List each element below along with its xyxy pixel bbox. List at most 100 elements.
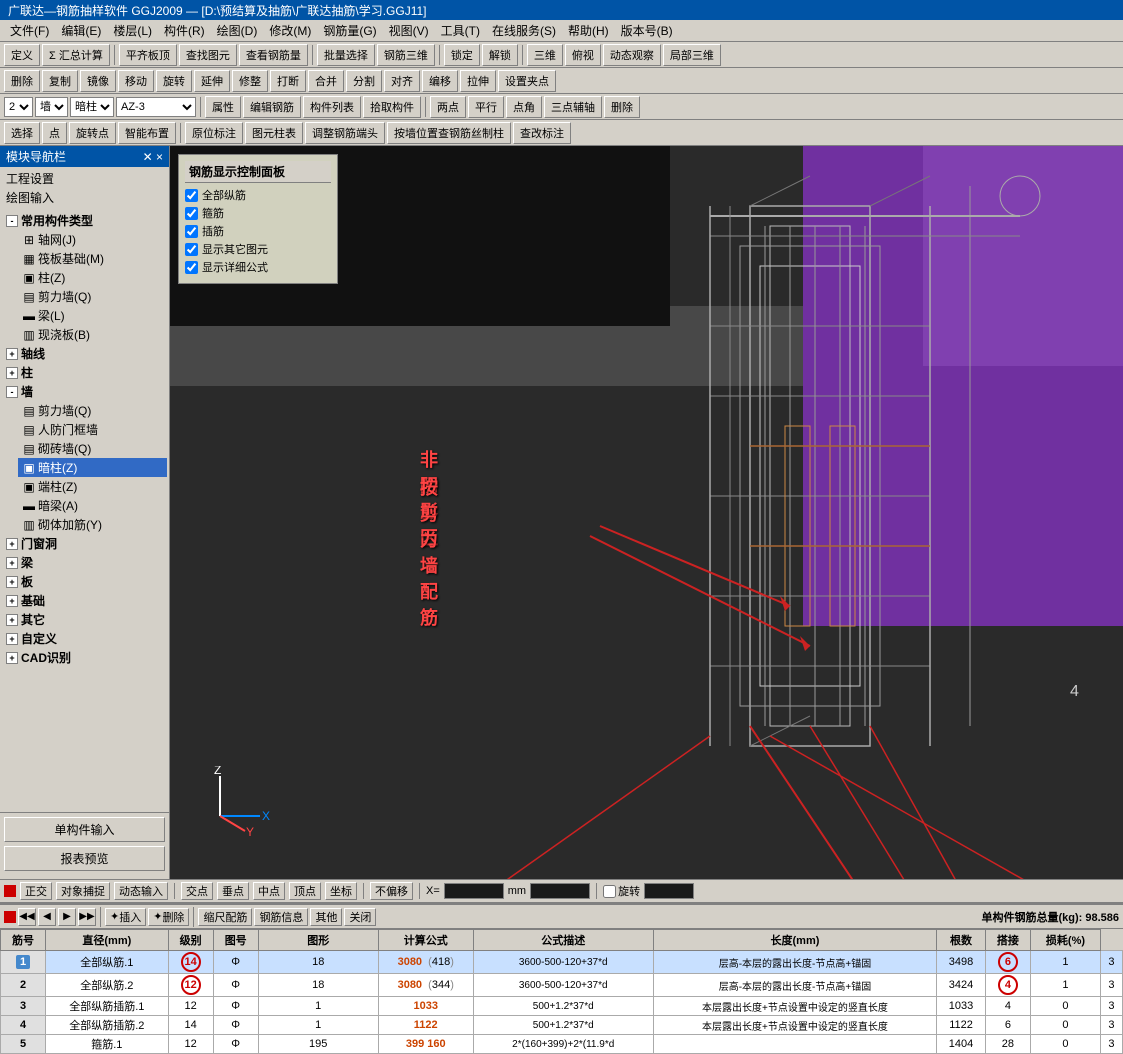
btn-rebar-3d[interactable]: 钢筋三维 — [377, 44, 435, 66]
menu-element[interactable]: 构件(R) — [158, 20, 211, 41]
btn-rotate[interactable]: 旋转 — [156, 70, 192, 92]
tree-common-types[interactable]: - 常用构件类型 — [2, 211, 167, 230]
btn-offset[interactable]: 编移 — [422, 70, 458, 92]
btn-nav-prev[interactable]: ◀ — [38, 908, 56, 926]
btn-stretch[interactable]: 拉伸 — [460, 70, 496, 92]
btn-element-list[interactable]: 构件列表 — [303, 96, 361, 118]
tree-foundation[interactable]: + 基础 — [2, 591, 167, 610]
tree-axis[interactable]: + 轴线 — [2, 344, 167, 363]
menu-edit[interactable]: 编辑(E) — [55, 20, 107, 41]
btn-point-angle[interactable]: 点角 — [506, 96, 542, 118]
btn-rebar-info[interactable]: 钢筋信息 — [254, 908, 308, 926]
tree-custom[interactable]: + 自定义 — [2, 629, 167, 648]
btn-extend[interactable]: 延伸 — [194, 70, 230, 92]
tree-wall[interactable]: - 墙 — [2, 382, 167, 401]
tree-beam[interactable]: ▬ 梁(L) — [18, 306, 167, 325]
checkbox-show-formula[interactable]: 显示详细公式 — [185, 259, 331, 275]
y-coord-input[interactable] — [530, 883, 590, 899]
menu-help[interactable]: 帮助(H) — [562, 20, 615, 41]
tree-slab[interactable]: ▥ 现浇板(B) — [18, 325, 167, 344]
btn-select[interactable]: 选择 — [4, 122, 40, 144]
element-type-select[interactable]: 墙 — [35, 97, 68, 117]
table-row[interactable]: 4 全部纵筋插筋.2 14 Φ 1 1122 500+1.2*37*d 本层露出… — [1, 1016, 1123, 1035]
checkbox-insert-rebar[interactable]: 插筋 — [185, 223, 331, 239]
btn-ortho[interactable]: 正交 — [20, 882, 52, 900]
btn-local-3d[interactable]: 局部三维 — [663, 44, 721, 66]
btn-merge[interactable]: 合并 — [308, 70, 344, 92]
btn-perpendicular[interactable]: 垂点 — [217, 882, 249, 900]
btn-smart-place[interactable]: 智能布置 — [118, 122, 176, 144]
btn-nav-first[interactable]: ◀◀ — [18, 908, 36, 926]
btn-nav-next[interactable]: ▶ — [58, 908, 76, 926]
btn-intersection[interactable]: 交点 — [181, 882, 213, 900]
menu-tools[interactable]: 工具(T) — [435, 20, 486, 41]
menu-modify[interactable]: 修改(M) — [263, 20, 317, 41]
menu-rebar[interactable]: 钢筋量(G) — [317, 20, 382, 41]
tree-brick-wall[interactable]: ▤ 砌砖墙(Q) — [18, 439, 167, 458]
btn-delete[interactable]: 删除 — [4, 70, 40, 92]
menu-version[interactable]: 版本号(B) — [615, 20, 679, 41]
tree-other[interactable]: + 其它 — [2, 610, 167, 629]
btn-split[interactable]: 分割 — [346, 70, 382, 92]
checkbox-show-other[interactable]: 显示其它图元 — [185, 241, 331, 257]
btn-align-top[interactable]: 平齐板顶 — [119, 44, 177, 66]
btn-align[interactable]: 对齐 — [384, 70, 420, 92]
x-coord-input[interactable] — [444, 883, 504, 899]
sidebar-engineering-setup[interactable]: 工程设置 — [2, 169, 167, 188]
element-name-select[interactable]: AZ-3 — [116, 97, 196, 117]
menu-view[interactable]: 视图(V) — [383, 20, 435, 41]
menu-draw[interactable]: 绘图(D) — [211, 20, 264, 41]
btn-single-element[interactable]: 单构件输入 — [4, 817, 165, 842]
btn-pick-element[interactable]: 拾取构件 — [363, 96, 421, 118]
tree-raft-foundation[interactable]: ▦ 筏板基础(M) — [18, 249, 167, 268]
menu-floor[interactable]: 楼层(L) — [107, 20, 158, 41]
btn-midpoint[interactable]: 中点 — [253, 882, 285, 900]
tree-shear-wall[interactable]: ▤ 剪力墙(Q) — [18, 401, 167, 420]
btn-wall-pos-rebar[interactable]: 按墙位置查钢筋丝制柱 — [387, 122, 511, 144]
btn-three-points-aux[interactable]: 三点辅轴 — [544, 96, 602, 118]
btn-define[interactable]: 定义 — [4, 44, 40, 66]
tree-hidden-column[interactable]: ▣ 暗柱(Z) — [18, 458, 167, 477]
tree-hidden-beam[interactable]: ▬ 暗梁(A) — [18, 496, 167, 515]
btn-lock[interactable]: 锁定 — [444, 44, 480, 66]
btn-trim[interactable]: 修整 — [232, 70, 268, 92]
btn-element-col-table[interactable]: 图元柱表 — [245, 122, 303, 144]
checkbox-stirrup[interactable]: 箍筋 — [185, 205, 331, 221]
rotate-checkbox[interactable] — [603, 885, 616, 898]
tree-civil-defense-wall[interactable]: ▤ 人防门框墙 — [18, 420, 167, 439]
btn-no-offset[interactable]: 不偏移 — [370, 882, 413, 900]
btn-snap[interactable]: 对象捕捉 — [56, 882, 110, 900]
tree-masonry-rebar[interactable]: ▥ 砌体加筋(Y) — [18, 515, 167, 534]
table-row[interactable]: 1 全部纵筋.1 14 Φ 18 3080 (418) 3600-500-120… — [1, 951, 1123, 974]
btn-scale-rebar[interactable]: 缩尺配筋 — [198, 908, 252, 926]
btn-rotate-point[interactable]: 旋转点 — [69, 122, 116, 144]
btn-3d[interactable]: 三维 — [527, 44, 563, 66]
btn-report-preview[interactable]: 报表预览 — [4, 846, 165, 871]
btn-properties[interactable]: 属性 — [205, 96, 241, 118]
btn-vertex[interactable]: 顶点 — [289, 882, 321, 900]
sidebar-drawing-input[interactable]: 绘图输入 — [2, 188, 167, 207]
tree-beam2[interactable]: + 梁 — [2, 553, 167, 572]
btn-dynamic-view[interactable]: 动态观察 — [603, 44, 661, 66]
table-row[interactable]: 5 箍筋.1 12 Φ 195 399 160 2*(160+399)+2*(1… — [1, 1035, 1123, 1054]
btn-parallel[interactable]: 平行 — [468, 96, 504, 118]
btn-point[interactable]: 点 — [42, 122, 67, 144]
tree-axis-grid[interactable]: ⊞ 轴网(J) — [18, 230, 167, 249]
tree-shear-wall-common[interactable]: ▤ 剪力墙(Q) — [18, 287, 167, 306]
rotate-checkbox-container[interactable]: 旋转 — [603, 883, 640, 899]
sidebar-close-icon[interactable]: ✕ × — [143, 150, 163, 164]
btn-delete-rebar[interactable]: ✦ 删除 — [148, 908, 189, 926]
btn-adjust-rebar-end[interactable]: 调整钢筋端头 — [305, 122, 385, 144]
btn-other[interactable]: 其他 — [310, 908, 342, 926]
tree-slab2[interactable]: + 板 — [2, 572, 167, 591]
btn-close[interactable]: 关闭 — [344, 908, 376, 926]
btn-summary[interactable]: Σ 汇总计算 — [42, 44, 110, 66]
rebar-table-container[interactable]: 筋号 直径(mm) 级别 图号 图形 计算公式 公式描述 长度(mm) 根数 搭… — [0, 929, 1123, 1054]
checkbox-all-longitudinal[interactable]: 全部纵筋 — [185, 187, 331, 203]
btn-delete2[interactable]: 删除 — [604, 96, 640, 118]
btn-copy[interactable]: 复制 — [42, 70, 78, 92]
rotate-input[interactable]: 0.000 — [644, 883, 694, 899]
btn-view-rebar[interactable]: 查看钢筋量 — [239, 44, 308, 66]
btn-set-grip[interactable]: 设置夹点 — [498, 70, 556, 92]
tree-column[interactable]: ▣ 柱(Z) — [18, 268, 167, 287]
